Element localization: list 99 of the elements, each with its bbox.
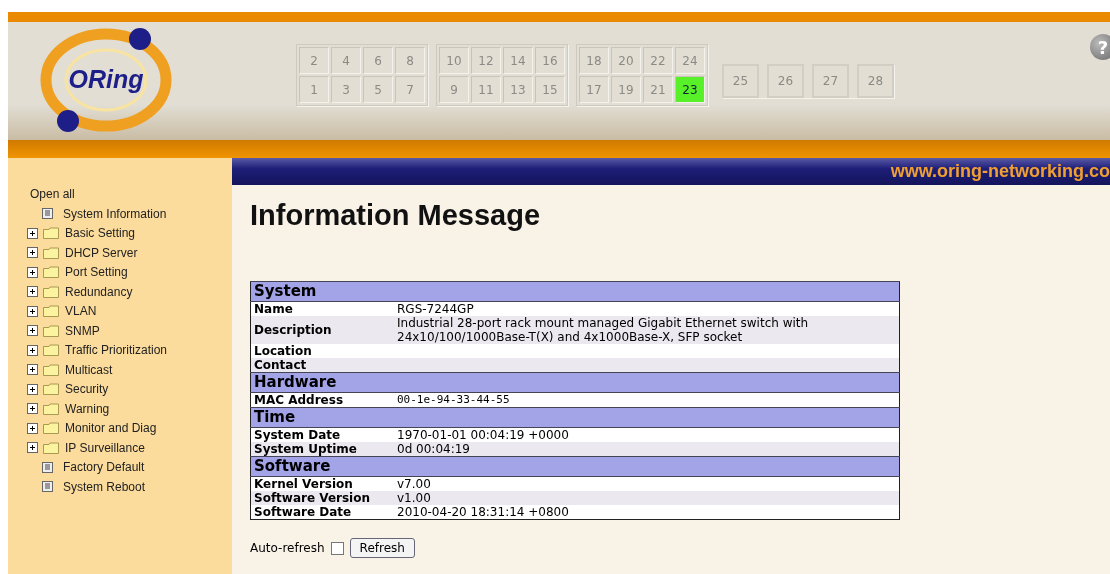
sidebar-item[interactable]: Security (65, 382, 109, 397)
sidebar-item[interactable]: Warning (65, 401, 110, 416)
folder-icon (43, 324, 59, 337)
folder-icon (43, 266, 59, 279)
port-button[interactable]: 19 (611, 76, 641, 103)
expand-icon[interactable] (27, 344, 38, 356)
refresh-button[interactable]: Refresh (349, 538, 415, 558)
port-button[interactable]: 14 (503, 47, 533, 74)
expand-icon[interactable] (27, 325, 38, 337)
sidebar-item[interactable]: VLAN (65, 304, 97, 319)
sidebar-item[interactable]: SNMP (65, 323, 100, 338)
port-button[interactable]: 27 (812, 64, 849, 98)
port-button[interactable]: 24 (675, 47, 705, 74)
port-button[interactable]: 5 (363, 76, 393, 103)
sidebar-item[interactable]: Factory Default (63, 460, 145, 475)
port-button[interactable]: 2 (299, 47, 329, 74)
sidebar-item[interactable]: Traffic Prioritization (65, 343, 168, 358)
port-button[interactable]: 1 (299, 76, 329, 103)
port-button[interactable]: 9 (439, 76, 469, 103)
folder-icon (43, 363, 59, 376)
section-header: System (250, 281, 900, 302)
expand-icon[interactable] (27, 364, 38, 376)
port-button[interactable]: 18 (579, 47, 609, 74)
folder-icon (43, 422, 59, 435)
field-label: Contact (250, 358, 394, 373)
port-button[interactable]: 4 (331, 47, 361, 74)
sidebar-item[interactable]: IP Surveillance (65, 440, 145, 455)
auto-refresh-checkbox[interactable] (330, 541, 344, 555)
field-label: Location (250, 344, 394, 358)
expand-icon[interactable] (27, 442, 38, 454)
expand-icon[interactable] (27, 403, 38, 415)
port-button[interactable]: 17 (579, 76, 609, 103)
port-button[interactable]: 11 (471, 76, 501, 103)
folder-icon (43, 344, 59, 357)
port-button[interactable]: 26 (767, 64, 804, 98)
field-value: RGS-7244GP (394, 301, 900, 316)
page-icon (42, 461, 53, 473)
section-header: Hardware (250, 372, 900, 393)
field-label: Software Date (250, 505, 394, 520)
section-header: Time (250, 407, 900, 428)
expand-icon[interactable] (27, 286, 38, 298)
port-button[interactable]: 15 (535, 76, 565, 103)
port-button[interactable]: 3 (331, 76, 361, 103)
port-button[interactable]: 23 (675, 76, 705, 103)
field-value: v1.00 (394, 491, 900, 505)
port-button[interactable]: 21 (643, 76, 673, 103)
port-button[interactable]: 22 (643, 47, 673, 74)
port-button[interactable]: 25 (722, 64, 759, 98)
sidebar-item[interactable]: DHCP Server (65, 245, 138, 260)
expand-icon[interactable] (27, 266, 38, 278)
port-button[interactable]: 16 (535, 47, 565, 74)
field-label: Software Version (250, 491, 394, 505)
field-label: System Date (250, 427, 394, 442)
field-value: Industrial 28-port rack mount managed Gigabit Ethernet switch with 24x10/100/1000Base-T(X) and 4x1000Base-X, SFP socket (394, 316, 900, 344)
port-button[interactable]: 28 (857, 64, 894, 98)
field-value: 0d 00:04:19 (394, 442, 900, 457)
website-url: www.oring-networking.co (890, 161, 1110, 182)
folder-icon (43, 441, 59, 454)
sidebar-item[interactable]: System Information (63, 206, 167, 221)
section-header: Software (250, 456, 900, 477)
page-icon (42, 481, 53, 493)
field-label: Description (250, 316, 394, 344)
sidebar-item[interactable]: Basic Setting (65, 226, 136, 241)
sidebar-item[interactable]: Monitor and Diag (65, 421, 157, 436)
expand-icon[interactable] (27, 383, 38, 395)
page-icon (42, 208, 53, 220)
port-button[interactable]: 20 (611, 47, 641, 74)
auto-refresh-label: Auto-refresh (250, 541, 325, 555)
sidebar-item[interactable]: Port Setting (65, 265, 128, 280)
expand-icon[interactable] (27, 247, 38, 259)
help-icon[interactable]: ? (1090, 34, 1110, 60)
page-heading: Information Message (250, 199, 542, 233)
port-button[interactable]: 8 (395, 47, 425, 74)
sidebar-item[interactable]: Redundancy (65, 284, 133, 299)
port-button[interactable]: 12 (471, 47, 501, 74)
port-button[interactable]: 7 (395, 76, 425, 103)
port-button[interactable]: 10 (439, 47, 469, 74)
open-all-link[interactable]: Open all (30, 184, 75, 204)
port-button[interactable]: 6 (363, 47, 393, 74)
folder-icon (43, 383, 59, 396)
field-value: v7.00 (394, 476, 900, 491)
field-label: Kernel Version (250, 476, 394, 491)
expand-icon[interactable] (27, 227, 38, 239)
sidebar-item[interactable]: Multicast (65, 362, 113, 377)
field-value: 00-1e-94-33-44-55 (394, 392, 900, 408)
folder-icon (43, 285, 59, 298)
folder-icon (43, 305, 59, 318)
field-value: 2010-04-20 18:31:14 +0800 (394, 505, 900, 520)
expand-icon[interactable] (27, 305, 38, 317)
port-button[interactable]: 13 (503, 76, 533, 103)
folder-icon (43, 227, 59, 240)
folder-icon (43, 246, 59, 259)
field-value: 1970-01-01 00:04:19 +0000 (394, 427, 900, 442)
field-label: MAC Address (250, 392, 394, 408)
expand-icon[interactable] (27, 422, 38, 434)
folder-icon (43, 402, 59, 415)
field-label: Name (250, 301, 394, 316)
field-label: System Uptime (250, 442, 394, 457)
sidebar-item[interactable]: System Reboot (63, 479, 146, 494)
